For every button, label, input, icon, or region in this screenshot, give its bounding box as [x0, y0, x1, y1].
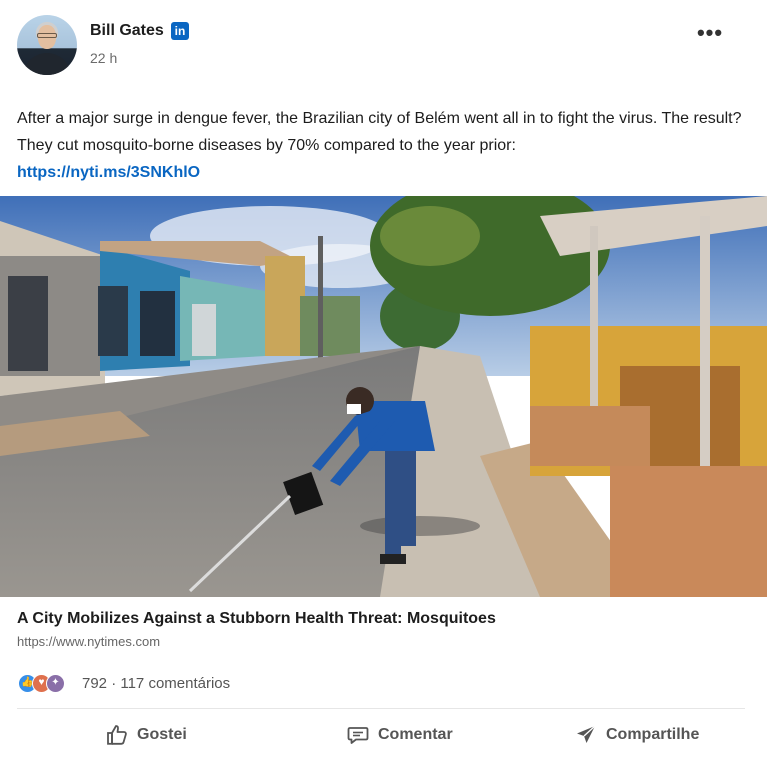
linkedin-post: Bill Gates in 22 h ••• After a major sur…	[0, 0, 767, 768]
actions-divider	[17, 708, 745, 709]
author-avatar[interactable]	[17, 15, 77, 75]
comment-label: Comentar	[378, 726, 453, 743]
street-photo	[0, 196, 767, 597]
linkedin-icon: in	[171, 22, 189, 40]
like-label: Gostei	[137, 726, 187, 743]
post-body: After a major surge in dengue fever, the…	[17, 110, 742, 154]
post-text: After a major surge in dengue fever, the…	[17, 105, 752, 186]
article-image[interactable]	[0, 196, 767, 597]
author-name[interactable]: Bill Gates	[90, 22, 164, 40]
comment-button[interactable]: Comentar	[346, 718, 453, 752]
article-url[interactable]: https://www.nytimes.com	[17, 634, 160, 649]
more-options-icon[interactable]: •••	[694, 22, 726, 50]
like-button[interactable]: Gostei	[105, 718, 187, 752]
send-icon	[577, 725, 596, 743]
share-label: Compartilhe	[606, 726, 700, 743]
celebrate-reaction-icon: ✦	[46, 674, 65, 693]
share-button[interactable]: Compartilhe	[574, 718, 699, 752]
thumbs-up-icon	[107, 725, 127, 745]
comment-icon	[347, 727, 369, 744]
reactions-summary[interactable]: 792 · 117 comentários	[82, 675, 230, 692]
post-link[interactable]: https://nyti.ms/3SNKhlO	[17, 159, 752, 186]
article-title[interactable]: A City Mobilizes Against a Stubborn Heal…	[17, 610, 496, 628]
post-timestamp: 22 h	[90, 50, 118, 66]
